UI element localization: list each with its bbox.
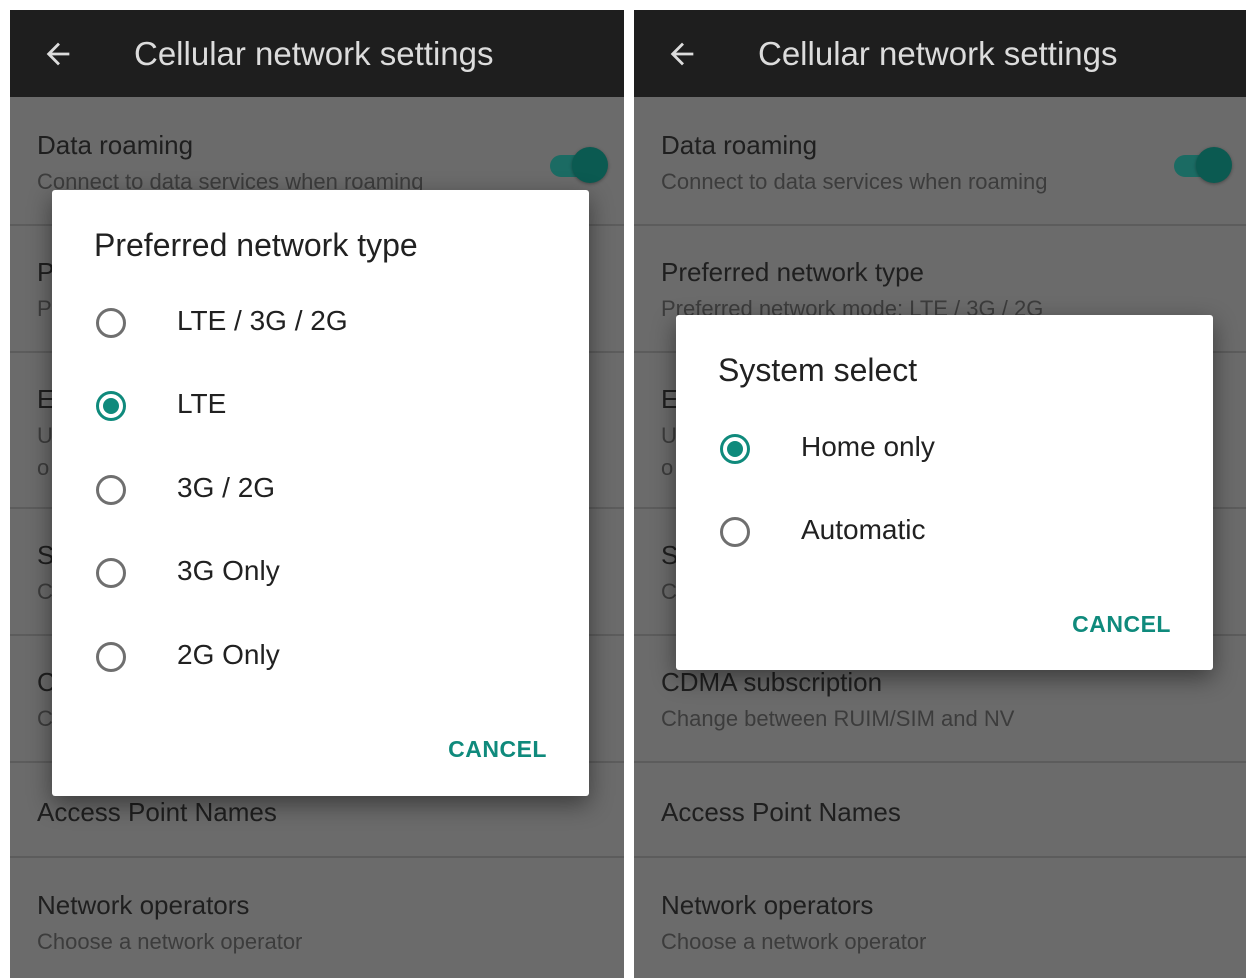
back-button[interactable] xyxy=(634,10,730,97)
option-label: LTE xyxy=(177,388,227,419)
option-label: Home only xyxy=(801,431,935,462)
network-operators-summary: Choose a network operator xyxy=(37,929,303,954)
radio-button[interactable] xyxy=(96,558,126,588)
option-lte-3g-2g[interactable]: LTE / 3G / 2G xyxy=(52,283,589,367)
option-label: LTE / 3G / 2G xyxy=(177,305,348,336)
cdma-summary: Change between RUIM/SIM and NV xyxy=(661,706,1015,731)
arrow-left-icon xyxy=(46,42,70,65)
radio-button[interactable] xyxy=(96,475,126,505)
enhanced-summary-line1: U xyxy=(37,423,53,448)
network-operators-summary: Choose a network operator xyxy=(661,929,927,954)
option-3g-only[interactable]: 3G Only xyxy=(52,533,589,617)
network-operators-title: Network operators xyxy=(37,890,250,920)
cancel-button[interactable]: CANCEL xyxy=(1072,611,1171,638)
radio-button[interactable] xyxy=(96,308,126,338)
data-roaming-title: Data roaming xyxy=(37,130,194,160)
app-bar: Cellular network settings xyxy=(10,10,624,97)
preferred-network-dialog: Preferred network type LTE / 3G / 2G LTE… xyxy=(52,190,589,796)
option-label: 3G / 2G xyxy=(177,472,276,503)
option-automatic[interactable]: Automatic xyxy=(676,492,1213,576)
system-select-dialog: System select Home only Automatic CANCEL xyxy=(676,315,1213,670)
preferred-network-summary: P xyxy=(37,296,52,321)
option-label: Automatic xyxy=(801,514,926,545)
enhanced-summary-line1: U xyxy=(661,423,677,448)
network-operators-row[interactable]: Network operators Choose a network opera… xyxy=(634,856,1246,978)
cdma-summary: C xyxy=(37,706,53,731)
page-title: Cellular network settings xyxy=(758,34,1118,72)
option-2g-only[interactable]: 2G Only xyxy=(52,617,589,701)
radio-button[interactable] xyxy=(96,642,126,672)
data-roaming-row[interactable]: Data roaming Connect to data services wh… xyxy=(634,97,1246,226)
screen-left: Cellular network settings Data roaming C… xyxy=(10,10,624,978)
apn-title: Access Point Names xyxy=(661,797,901,827)
data-roaming-title: Data roaming xyxy=(661,130,818,160)
apn-title: Access Point Names xyxy=(37,797,277,827)
arrow-left-icon xyxy=(670,42,694,65)
system-select-summary: C xyxy=(37,579,53,604)
page-title: Cellular network settings xyxy=(134,34,494,72)
option-label: 3G Only xyxy=(177,555,280,586)
radio-button-checked[interactable] xyxy=(96,391,126,421)
toggle-thumb xyxy=(1196,147,1232,183)
preferred-network-title: Preferred network type xyxy=(661,257,925,287)
screen-right: Cellular network settings Data roaming C… xyxy=(634,10,1246,978)
cdma-title: CDMA subscription xyxy=(661,667,883,697)
option-label: 2G Only xyxy=(177,639,280,670)
system-select-summary: C xyxy=(661,579,677,604)
option-home-only[interactable]: Home only xyxy=(676,409,1213,493)
network-operators-row[interactable]: Network operators Choose a network opera… xyxy=(10,856,624,978)
dialog-title: System select xyxy=(718,352,918,388)
option-3g-2g[interactable]: 3G / 2G xyxy=(52,450,589,534)
dialog-title: Preferred network type xyxy=(94,227,418,263)
option-lte[interactable]: LTE xyxy=(52,366,589,450)
apn-row[interactable]: Access Point Names xyxy=(634,761,1246,858)
data-roaming-toggle[interactable] xyxy=(548,145,608,185)
app-bar: Cellular network settings xyxy=(634,10,1246,97)
radio-button-checked[interactable] xyxy=(720,434,750,464)
network-operators-title: Network operators xyxy=(661,890,874,920)
data-roaming-summary: Connect to data services when roaming xyxy=(661,169,1048,194)
enhanced-summary-line2: o xyxy=(37,455,50,480)
toggle-thumb xyxy=(572,147,608,183)
cancel-button[interactable]: CANCEL xyxy=(448,736,547,763)
radio-button[interactable] xyxy=(720,517,750,547)
enhanced-summary-line2: o xyxy=(661,455,674,480)
data-roaming-toggle[interactable] xyxy=(1172,145,1232,185)
back-button[interactable] xyxy=(10,10,106,97)
